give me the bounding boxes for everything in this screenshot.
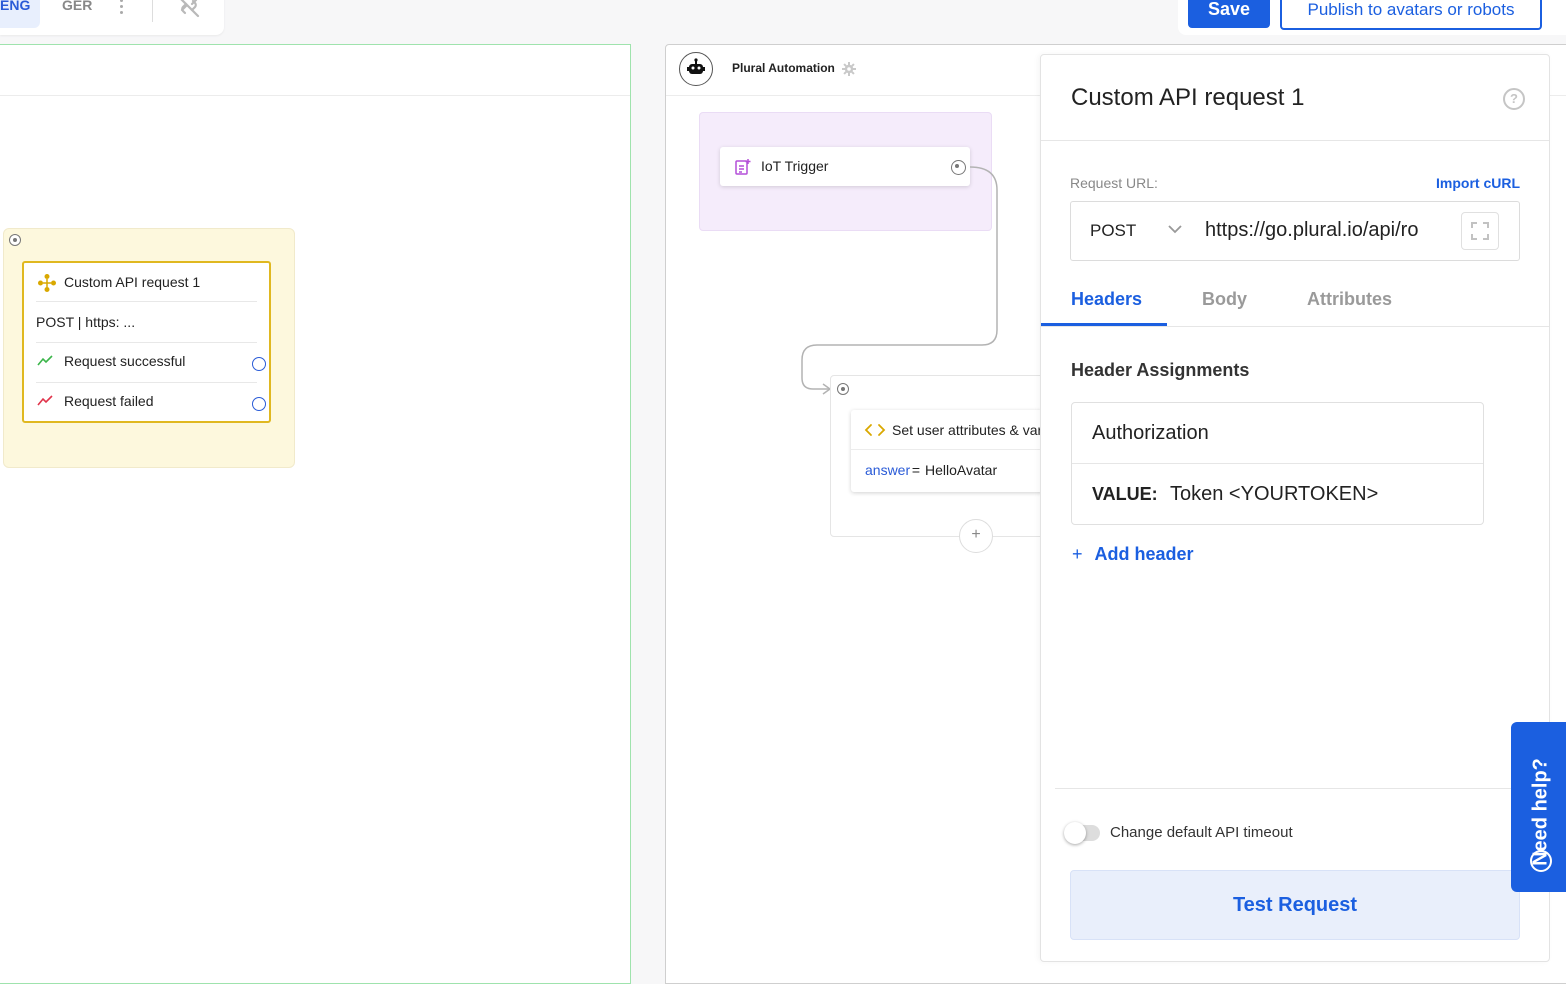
left-canvas-header (0, 45, 630, 96)
tab-body[interactable]: Body (1202, 289, 1247, 310)
trend-up-icon (37, 355, 53, 366)
output-failed-label: Request failed (64, 393, 154, 409)
divider (1072, 463, 1483, 464)
api-node-input-port[interactable] (9, 234, 21, 246)
add-header-label: Add header (1094, 544, 1194, 564)
tab-headers[interactable]: Headers (1071, 289, 1142, 310)
assign-key: answer (865, 462, 911, 478)
divider (1055, 788, 1535, 789)
robot-avatar[interactable] (679, 52, 713, 86)
code-icon (864, 424, 886, 436)
import-curl-link[interactable]: Import cURL (1436, 175, 1520, 191)
gear-icon[interactable] (842, 62, 856, 76)
timeout-toggle[interactable] (1064, 822, 1100, 844)
set-node-title: Set user attributes & vari (892, 422, 1046, 438)
add-header-button[interactable]: + Add header (1072, 544, 1194, 565)
api-node-title: Custom API request 1 (64, 274, 201, 290)
language-bar: ENG GER (0, 0, 224, 35)
link-off-icon[interactable] (176, 0, 202, 20)
chevron-down-icon[interactable] (1167, 222, 1183, 236)
publish-button[interactable]: Publish to avatars or robots (1280, 0, 1542, 30)
assign-operator: = (908, 462, 924, 478)
automation-title: Plural Automation (732, 61, 835, 75)
output-failed-port[interactable] (252, 397, 266, 411)
connector-line (801, 166, 998, 395)
trigger-icon (735, 159, 751, 175)
help-icon[interactable]: ? (1503, 88, 1525, 110)
lang-eng-label: ENG (0, 0, 31, 13)
divider (1041, 326, 1549, 327)
assign-value: HelloAvatar (925, 462, 998, 478)
save-button[interactable]: Save (1188, 0, 1270, 28)
need-help-tab[interactable]: Need help? (1511, 722, 1566, 892)
header-value-label: VALUE: (1092, 484, 1158, 504)
divider (36, 342, 257, 343)
header-key[interactable]: Authorization (1092, 422, 1209, 445)
robot-icon (687, 58, 705, 74)
divider (1041, 140, 1549, 141)
divider (851, 449, 1061, 450)
divider (152, 0, 153, 22)
custom-api-request-node[interactable]: Custom API request 1 POST | https: ... R… (22, 261, 271, 423)
tab-attributes[interactable]: Attributes (1307, 289, 1392, 310)
header-value[interactable]: Token <YOURTOKEN> (1170, 483, 1378, 506)
test-request-button[interactable]: Test Request (1070, 870, 1520, 940)
plus-icon: + (1072, 544, 1083, 564)
divider (36, 382, 257, 383)
divider (36, 301, 257, 302)
output-success-port[interactable] (252, 357, 266, 371)
api-node-summary: POST | https: ... (36, 314, 136, 330)
url-input[interactable]: https://go.plural.io/api/ro (1205, 219, 1445, 242)
lang-eng-tab[interactable]: ENG (0, 0, 40, 28)
api-move-icon (38, 274, 56, 292)
lang-ger-tab[interactable]: GER (62, 0, 92, 13)
output-success-label: Request successful (64, 353, 186, 369)
add-step-button[interactable]: + (959, 519, 993, 553)
header-assignments-title: Header Assignments (1071, 360, 1250, 380)
kebab-menu-icon[interactable] (120, 0, 124, 17)
left-canvas-panel (0, 44, 631, 984)
help-circle-icon (1530, 850, 1552, 872)
expand-icon (1471, 222, 1489, 240)
drawer-title: Custom API request 1 (1071, 84, 1305, 111)
method-select[interactable]: POST (1090, 221, 1136, 241)
trend-down-icon (37, 395, 53, 406)
expand-button[interactable] (1461, 212, 1499, 250)
set-node-input-port[interactable] (837, 383, 849, 395)
set-attributes-node[interactable]: Set user attributes & vari answer = Hell… (851, 410, 1061, 492)
request-url-label: Request URL: (1070, 175, 1158, 191)
timeout-toggle-label: Change default API timeout (1110, 824, 1293, 841)
